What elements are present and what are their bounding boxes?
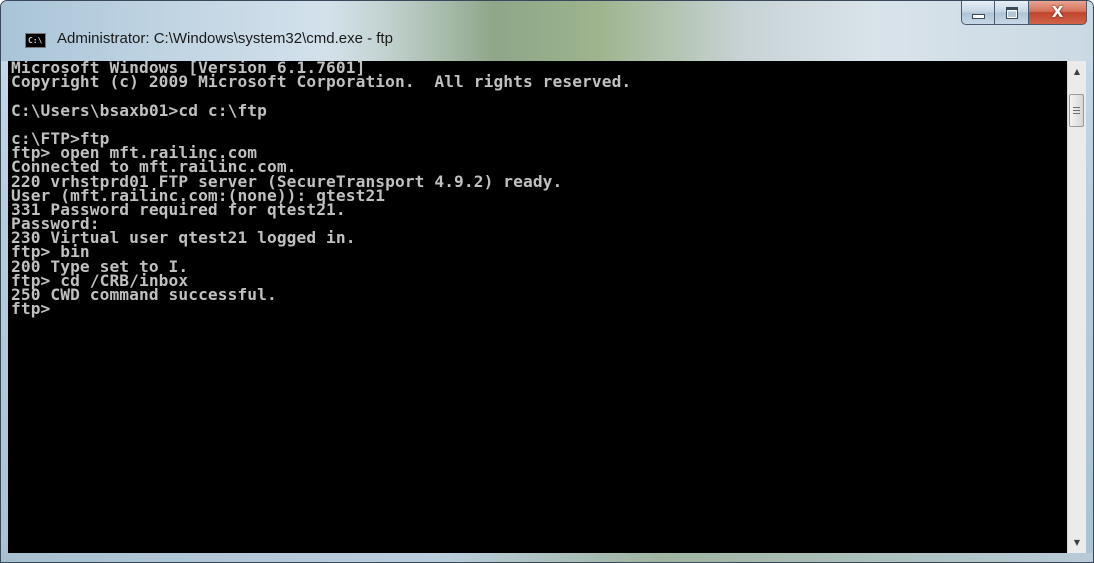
console-line: Copyright (c) 2009 Microsoft Corporation… <box>11 72 632 92</box>
maximize-button[interactable] <box>995 1 1029 25</box>
grip-line <box>1073 110 1080 111</box>
cmd-icon[interactable]: C:\ <box>25 33 46 48</box>
cmd-window: C:\ Administrator: C:\Windows\system32\c… <box>0 0 1094 563</box>
console-output[interactable]: Microsoft Windows [Version 6.1.7601] Copy… <box>8 61 1067 553</box>
close-button[interactable]: X <box>1029 1 1087 25</box>
minimize-icon <box>971 14 985 19</box>
maximize-icon <box>1005 6 1018 19</box>
close-icon: X <box>1051 3 1064 21</box>
grip-line <box>1073 107 1080 108</box>
title-bar[interactable]: C:\ Administrator: C:\Windows\system32\c… <box>1 1 1093 61</box>
scroll-down-arrow-icon[interactable]: ▼ <box>1068 534 1086 551</box>
console-line: 331 Password required for qtest21. <box>11 199 346 219</box>
console-line: 230 Virtual user qtest21 logged in. <box>11 228 356 248</box>
console-prompt[interactable]: ftp> <box>11 300 1067 316</box>
caption-buttons: X <box>961 1 1087 27</box>
scroll-up-arrow-icon[interactable]: ▲ <box>1068 63 1086 80</box>
scroll-thumb[interactable] <box>1069 94 1084 127</box>
console-line: 250 CWD command successful. <box>11 285 277 304</box>
grip-line <box>1073 113 1080 114</box>
window-bottom-border <box>1 553 1093 562</box>
vertical-scrollbar[interactable]: ▲ ▼ <box>1067 61 1086 553</box>
minimize-button[interactable] <box>961 1 995 25</box>
window-title: Administrator: C:\Windows\system32\cmd.e… <box>57 30 393 47</box>
console-text: Microsoft Windows [Version 6.1.7601] Copy… <box>8 61 1067 317</box>
console-line: C:\Users\bsaxb01>cd c:\ftp <box>11 100 267 120</box>
